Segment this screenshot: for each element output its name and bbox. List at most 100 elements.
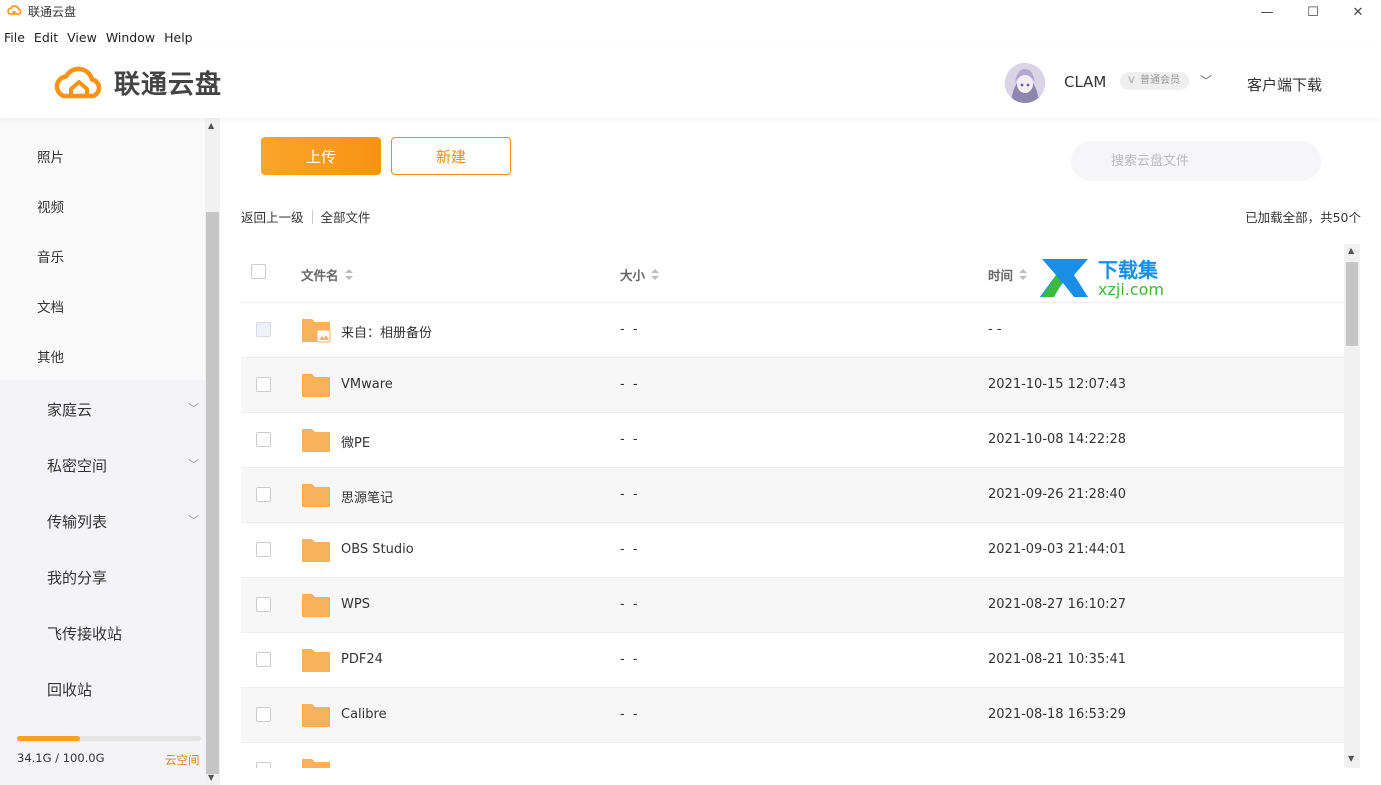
sort-icon[interactable] xyxy=(344,268,353,281)
sidebar-item-other[interactable]: 其他 xyxy=(37,346,64,366)
search-input[interactable] xyxy=(1071,141,1321,181)
file-time: 2021-08-21 10:35:41 xyxy=(988,652,1127,667)
table-row[interactable]: WPS - - 2021-08-27 16:10:27 xyxy=(241,578,1344,633)
sidebar-item-private-space[interactable]: 私密空间 xyxy=(47,455,107,476)
file-size: - - xyxy=(620,652,640,667)
sort-icon[interactable] xyxy=(651,268,660,281)
sidebar-scroll-thumb[interactable] xyxy=(206,212,219,774)
table-row[interactable]: 来自：相册备份 - - - - xyxy=(241,303,1344,358)
column-header-size[interactable]: 大小 xyxy=(620,265,660,284)
table-row[interactable]: Calibre - - 2021-08-18 16:53:29 xyxy=(241,688,1344,743)
breadcrumb-divider xyxy=(311,209,313,224)
avatar[interactable] xyxy=(1005,63,1045,103)
row-checkbox[interactable] xyxy=(256,542,271,557)
loaded-count-text: 已加载全部，共50个 xyxy=(1245,210,1361,225)
sidebar-item-recycle-bin[interactable]: 回收站 xyxy=(47,679,92,700)
file-time: 2021-10-15 12:07:43 xyxy=(988,377,1127,392)
table-row[interactable]: PDF24 - - 2021-08-21 10:35:41 xyxy=(241,633,1344,688)
avatar-image-icon xyxy=(1005,63,1045,103)
row-checkbox[interactable] xyxy=(256,322,271,337)
client-download-link[interactable]: 客户端下载 xyxy=(1247,74,1322,95)
folder-icon xyxy=(302,704,330,727)
file-size: - - xyxy=(620,487,640,502)
row-checkbox[interactable] xyxy=(256,487,271,502)
new-button[interactable]: 新建 xyxy=(391,137,511,175)
file-list-scrollbar[interactable]: ▲ ▼ xyxy=(1344,244,1360,768)
sidebar-item-music[interactable]: 音乐 xyxy=(37,246,64,266)
sort-icon[interactable] xyxy=(1019,268,1028,281)
back-link[interactable]: 返回上一级 xyxy=(241,207,304,226)
folder-icon xyxy=(302,539,330,562)
chevron-down-icon[interactable]: ﹀ xyxy=(188,400,199,416)
breadcrumb: 返回上一级 全部文件 xyxy=(241,207,371,226)
chevron-down-icon[interactable]: ﹀ xyxy=(1200,72,1212,89)
table-row[interactable]: OBS Studio - - 2021-09-03 21:44:01 xyxy=(241,523,1344,578)
file-name[interactable]: WPS xyxy=(341,597,370,612)
file-size: - - xyxy=(620,377,640,392)
row-checkbox[interactable] xyxy=(256,377,271,392)
file-size: - - xyxy=(620,597,640,612)
menu-window[interactable]: Window xyxy=(102,30,159,45)
file-list-scroll-thumb[interactable] xyxy=(1346,262,1358,346)
table-row[interactable]: VMware - - 2021-10-15 12:07:43 xyxy=(241,358,1344,413)
username[interactable]: CLAM xyxy=(1064,73,1106,91)
sidebar-categories xyxy=(0,118,205,380)
sidebar-item-fly-receive[interactable]: 飞传接收站 xyxy=(47,623,122,644)
scroll-up-icon[interactable]: ▲ xyxy=(1348,246,1354,255)
sidebar-item-videos[interactable]: 视频 xyxy=(37,196,64,216)
file-name[interactable]: Calibre xyxy=(341,707,387,722)
table-row[interactable]: 微PE - - 2021-10-08 14:22:28 xyxy=(241,413,1344,468)
cloud-space-link[interactable]: 云空间 xyxy=(165,752,200,768)
file-time: 2021-09-26 21:28:40 xyxy=(988,487,1127,502)
sidebar-item-transfer-list[interactable]: 传输列表 xyxy=(47,511,107,532)
sidebar-scrollbar[interactable]: ▲ ▼ xyxy=(205,118,220,785)
file-time: 2021-09-03 21:44:01 xyxy=(988,542,1127,557)
menu-help[interactable]: Help xyxy=(160,30,197,45)
row-checkbox[interactable] xyxy=(256,652,271,667)
file-name[interactable]: 思源笔记 xyxy=(341,487,393,506)
sidebar-item-my-shares[interactable]: 我的分享 xyxy=(47,567,107,588)
file-name[interactable]: 来自：相册备份 xyxy=(341,322,432,341)
folder-icon xyxy=(302,429,330,452)
file-name[interactable]: OBS Studio xyxy=(341,542,414,557)
brand-logo[interactable]: 联通云盘 xyxy=(50,62,222,102)
storage-progress-bar xyxy=(17,736,201,741)
row-checkbox[interactable] xyxy=(256,762,271,768)
column-header-name[interactable]: 文件名 xyxy=(301,265,353,284)
breadcrumb-current[interactable]: 全部文件 xyxy=(321,207,371,226)
menu-bar: File Edit View Window Help xyxy=(0,26,198,48)
menu-view[interactable]: View xyxy=(63,30,101,45)
sidebar-item-photos[interactable]: 照片 xyxy=(37,146,64,166)
row-checkbox[interactable] xyxy=(256,707,271,722)
row-checkbox[interactable] xyxy=(256,597,271,612)
storage-usage-text: 34.1G / 100.0G xyxy=(17,751,105,765)
close-button[interactable]: ✕ xyxy=(1335,0,1381,24)
cloud-home-logo-icon xyxy=(54,66,102,99)
row-checkbox[interactable] xyxy=(256,432,271,447)
xzji-watermark-logo: 下载集 xzji.com xyxy=(1040,258,1164,299)
maximize-button[interactable]: ☐ xyxy=(1290,0,1336,24)
table-row[interactable]: 思源笔记 - - 2021-09-26 21:28:40 xyxy=(241,468,1344,523)
file-size: - - xyxy=(620,542,640,557)
scroll-down-icon[interactable]: ▼ xyxy=(208,773,214,782)
watermark-en-text: xzji.com xyxy=(1098,280,1164,299)
table-row-partial[interactable] xyxy=(241,743,1344,768)
scroll-down-icon[interactable]: ▼ xyxy=(1348,754,1354,763)
sidebar-item-family-cloud[interactable]: 家庭云 xyxy=(47,399,92,420)
file-name[interactable]: 微PE xyxy=(341,432,370,451)
upload-button[interactable]: 上传 xyxy=(261,137,381,175)
file-name[interactable]: PDF24 xyxy=(341,652,383,667)
select-all-checkbox[interactable] xyxy=(251,264,266,279)
scroll-up-icon[interactable]: ▲ xyxy=(208,121,214,130)
member-badge: 普通会员 xyxy=(1120,72,1189,90)
chevron-down-icon[interactable]: ﹀ xyxy=(188,512,199,528)
folder-icon xyxy=(302,649,330,672)
minimize-button[interactable]: — xyxy=(1244,0,1290,24)
menu-edit[interactable]: Edit xyxy=(30,30,62,45)
sidebar-item-documents[interactable]: 文档 xyxy=(37,296,64,316)
app-logo-icon xyxy=(7,5,21,15)
menu-file[interactable]: File xyxy=(0,30,29,45)
column-header-time[interactable]: 时间 xyxy=(988,265,1028,284)
file-name[interactable]: VMware xyxy=(341,377,393,392)
chevron-down-icon[interactable]: ﹀ xyxy=(188,456,199,472)
